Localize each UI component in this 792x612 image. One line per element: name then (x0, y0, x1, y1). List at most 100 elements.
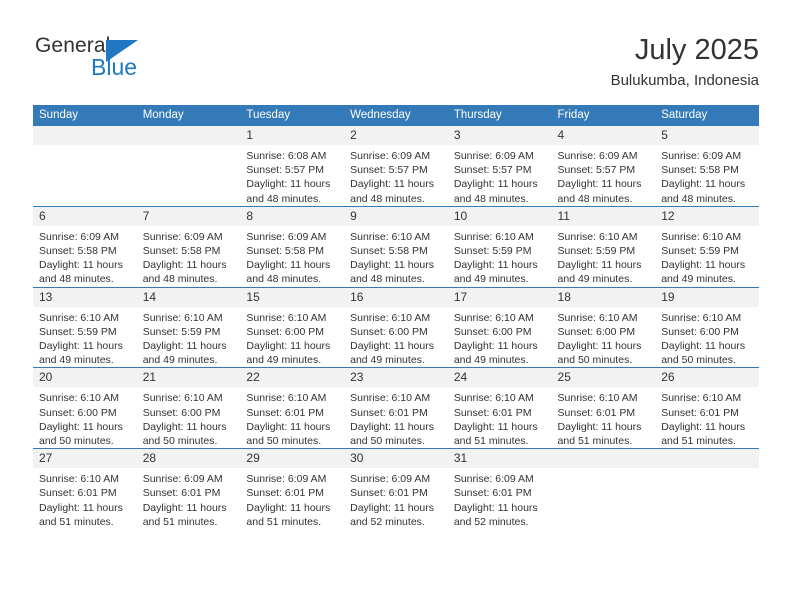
calendar-day-cell[interactable]: 6 Sunrise: 6:09 AM Sunset: 5:58 PM Daylight… (33, 205, 137, 288)
calendar-day-cell[interactable]: 8 Sunrise: 6:09 AM Sunset: 5:58 PM Daylight… (240, 205, 345, 288)
daylight-duration-line1: Daylight: 11 hours (39, 420, 123, 433)
sunrise-time: Sunrise: 6:09 AM (350, 473, 431, 486)
sunset-time: Sunset: 5:58 PM (142, 245, 221, 258)
calendar-day-cell[interactable]: 2 Sunrise: 6:09 AM Sunset: 5:57 PM Daylight… (344, 126, 448, 206)
sunset-time: Sunset: 6:00 PM (246, 325, 325, 338)
day-number: 23 (344, 368, 448, 388)
calendar-day-cell[interactable]: 28 Sunrise: 6:09 AM Sunset: 6:01 PM Dayligh… (136, 448, 241, 530)
calendar-day-cell[interactable]: 16 Sunrise: 6:10 AM Sunset: 6:00 PM Dayligh… (344, 286, 448, 368)
daylight-duration-line2: and 51 minutes. (661, 435, 736, 448)
calendar-day-cell[interactable]: 5 Sunrise: 6:09 AM Sunset: 5:58 PM Daylight… (655, 126, 759, 206)
day-number: 3 (447, 126, 552, 145)
sunrise-time: Sunrise: 6:09 AM (453, 150, 534, 162)
day-number: 10 (447, 206, 552, 226)
day-details: Sunrise: 6:09 AM Sunset: 5:58 PM Daylight:… (240, 226, 344, 287)
calendar-day-cell[interactable]: 29 Sunrise: 6:09 AM Sunset: 6:01 PM Dayligh… (240, 448, 345, 530)
calendar-day-cell[interactable]: 19 Sunrise: 6:10 AM Sunset: 6:00 PM Dayligh… (655, 286, 759, 368)
weekday-header-tuesday: Tuesday (240, 105, 345, 126)
daylight-duration-line1: Daylight: 11 hours (39, 259, 123, 272)
sunset-time: Sunset: 5:59 PM (39, 325, 117, 338)
day-number: 30 (344, 449, 448, 469)
sunset-time: Sunset: 6:01 PM (350, 487, 428, 500)
day-number: 18 (551, 287, 656, 307)
calendar-day-cell[interactable] (551, 448, 656, 530)
sunset-time: Sunset: 6:01 PM (246, 406, 325, 419)
daylight-duration-line1: Daylight: 11 hours (246, 340, 331, 353)
calendar-day-cell[interactable]: 3 Sunrise: 6:09 AM Sunset: 5:57 PM Daylight… (447, 126, 552, 206)
sunrise-time: Sunrise: 6:10 AM (142, 311, 223, 324)
day-details: Sunrise: 6:10 AM Sunset: 5:59 PM Daylight:… (655, 226, 759, 287)
sunrise-time: Sunrise: 6:09 AM (246, 473, 327, 486)
day-number: 15 (240, 287, 345, 307)
sunrise-time: Sunrise: 6:10 AM (142, 392, 223, 405)
calendar-day-cell[interactable]: 4 Sunrise: 6:09 AM Sunset: 5:57 PM Daylight… (551, 126, 656, 206)
day-number: 28 (136, 449, 241, 469)
sunset-time: Sunset: 5:58 PM (246, 245, 325, 258)
calendar-day-cell[interactable] (655, 448, 759, 530)
calendar-day-cell[interactable]: 7 Sunrise: 6:09 AM Sunset: 5:58 PM Daylight… (136, 205, 241, 288)
calendar-day-cell[interactable] (136, 126, 241, 206)
calendar-day-cell[interactable]: 9 Sunrise: 6:10 AM Sunset: 5:58 PM Daylight… (344, 205, 448, 288)
calendar-day-cell[interactable]: 18 Sunrise: 6:10 AM Sunset: 6:00 PM Dayligh… (551, 286, 656, 368)
daylight-duration-line2: and 50 minutes. (350, 435, 425, 448)
calendar-day-cell[interactable]: 23 Sunrise: 6:10 AM Sunset: 6:01 PM Dayligh… (344, 367, 448, 449)
sunset-time: Sunset: 5:59 PM (453, 245, 532, 258)
daylight-duration-line1: Daylight: 11 hours (557, 259, 642, 272)
brand-name-blue: Blue (91, 54, 138, 80)
calendar-week-row: 27 Sunrise: 6:10 AM Sunset: 6:01 PM Dayligh… (33, 448, 759, 530)
brand-logo[interactable]: General Blue (33, 32, 233, 92)
sunset-time: Sunset: 6:00 PM (453, 325, 532, 338)
sunrise-time: Sunrise: 6:10 AM (453, 392, 534, 405)
calendar-day-cell[interactable]: 25 Sunrise: 6:10 AM Sunset: 6:01 PM Dayligh… (551, 367, 656, 449)
day-details: Sunrise: 6:10 AM Sunset: 6:01 PM Daylight:… (655, 387, 759, 448)
sunrise-time: Sunrise: 6:09 AM (142, 473, 223, 486)
daylight-duration-line1: Daylight: 11 hours (350, 420, 434, 433)
day-details: Sunrise: 6:09 AM Sunset: 5:58 PM Daylight:… (137, 226, 241, 287)
day-number: 26 (655, 368, 759, 388)
daylight-duration-line1: Daylight: 11 hours (557, 178, 642, 191)
calendar-day-cell[interactable]: 24 Sunrise: 6:10 AM Sunset: 6:01 PM Dayligh… (447, 367, 552, 449)
daylight-duration-line2: and 48 minutes. (39, 273, 114, 286)
sunset-time: Sunset: 6:01 PM (453, 406, 532, 419)
daylight-duration-line2: and 52 minutes. (350, 515, 425, 528)
calendar-day-cell[interactable]: 12 Sunrise: 6:10 AM Sunset: 5:59 PM Dayligh… (655, 205, 759, 288)
calendar-day-cell[interactable] (33, 126, 137, 206)
daylight-duration-line1: Daylight: 11 hours (661, 420, 746, 433)
calendar-day-cell[interactable]: 11 Sunrise: 6:10 AM Sunset: 5:59 PM Dayligh… (551, 205, 656, 288)
day-number: 5 (655, 126, 759, 145)
calendar-day-cell[interactable]: 21 Sunrise: 6:10 AM Sunset: 6:00 PM Dayligh… (136, 367, 241, 449)
calendar-day-cell[interactable]: 13 Sunrise: 6:10 AM Sunset: 5:59 PM Dayligh… (33, 286, 137, 368)
day-number: 22 (240, 368, 345, 388)
sunset-time: Sunset: 6:01 PM (453, 487, 532, 500)
calendar-day-cell[interactable]: 15 Sunrise: 6:10 AM Sunset: 6:00 PM Dayligh… (240, 286, 345, 368)
sunset-time: Sunset: 6:00 PM (350, 325, 428, 338)
daylight-duration-line1: Daylight: 11 hours (39, 501, 123, 514)
sunset-time: Sunset: 5:58 PM (39, 245, 117, 258)
calendar-day-cell[interactable]: 22 Sunrise: 6:10 AM Sunset: 6:01 PM Dayligh… (240, 367, 345, 449)
weekday-header-friday: Friday (551, 105, 656, 126)
calendar-day-cell[interactable]: 1 Sunrise: 6:08 AM Sunset: 5:57 PM Daylight… (240, 126, 345, 206)
day-details: Sunrise: 6:10 AM Sunset: 6:00 PM Daylight:… (240, 307, 344, 368)
sunrise-sunset-calendar: Sunday Monday Tuesday Wednesday Thursday… (33, 105, 759, 530)
calendar-day-cell[interactable]: 17 Sunrise: 6:10 AM Sunset: 6:00 PM Dayligh… (447, 286, 552, 368)
calendar-day-cell[interactable]: 27 Sunrise: 6:10 AM Sunset: 6:01 PM Dayligh… (33, 448, 137, 530)
day-details (552, 468, 656, 472)
day-details (33, 145, 137, 149)
calendar-day-cell[interactable]: 30 Sunrise: 6:09 AM Sunset: 6:01 PM Dayligh… (344, 448, 448, 530)
calendar-day-cell[interactable]: 31 Sunrise: 6:09 AM Sunset: 6:01 PM Dayligh… (447, 448, 552, 530)
daylight-duration-line1: Daylight: 11 hours (142, 259, 227, 272)
day-details: Sunrise: 6:10 AM Sunset: 5:59 PM Daylight:… (137, 307, 241, 368)
daylight-duration-line2: and 48 minutes. (453, 192, 529, 205)
day-number (655, 449, 759, 469)
calendar-day-cell[interactable]: 26 Sunrise: 6:10 AM Sunset: 6:01 PM Dayligh… (655, 367, 759, 449)
title-block: July 2025 Bulukumba, Indonesia (611, 32, 759, 92)
day-details: Sunrise: 6:10 AM Sunset: 5:59 PM Daylight:… (552, 226, 656, 287)
calendar-day-cell[interactable]: 10 Sunrise: 6:10 AM Sunset: 5:59 PM Dayligh… (447, 205, 552, 288)
day-details: Sunrise: 6:09 AM Sunset: 5:57 PM Daylight:… (552, 145, 656, 206)
sunrise-time: Sunrise: 6:09 AM (453, 473, 534, 486)
sunset-time: Sunset: 5:59 PM (557, 245, 636, 258)
sunrise-time: Sunrise: 6:09 AM (246, 230, 327, 243)
calendar-day-cell[interactable]: 20 Sunrise: 6:10 AM Sunset: 6:00 PM Dayligh… (33, 367, 137, 449)
daylight-duration-line2: and 48 minutes. (350, 192, 425, 205)
calendar-day-cell[interactable]: 14 Sunrise: 6:10 AM Sunset: 5:59 PM Dayligh… (136, 286, 241, 368)
